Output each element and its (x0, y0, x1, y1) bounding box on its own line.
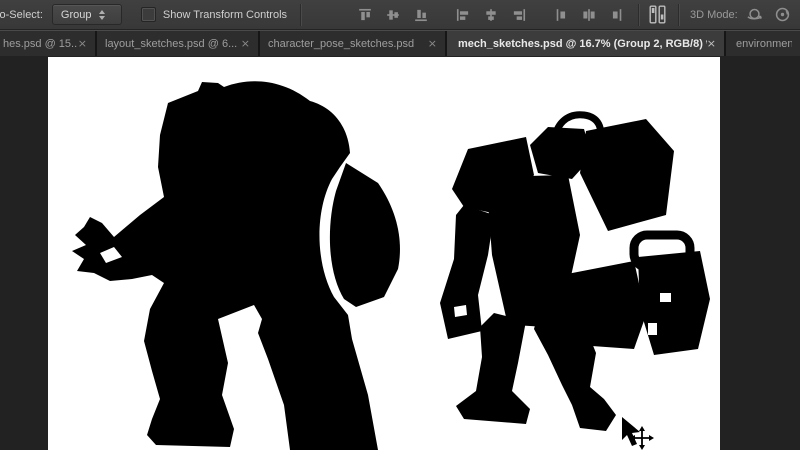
tab-mech-sketches-psd-active[interactable]: mech_sketches.psd @ 16.7% (Group 2, RGB/… (447, 31, 726, 56)
align-vertical-centers-icon[interactable] (384, 6, 402, 24)
3d-mode-label: 3D Mode: (690, 9, 738, 21)
3d-roll-icon[interactable] (774, 6, 792, 24)
cursor-arrow-icon (622, 417, 640, 446)
separator (678, 4, 680, 26)
tab-layout-sketches-psd[interactable]: layout_sketches.psd @ 6... × (97, 31, 260, 56)
align-bottom-edges-icon[interactable] (412, 6, 430, 24)
tab-sketches-psd[interactable]: hes.psd @ 15.... × (0, 31, 97, 56)
document-tab-bar: hes.psd @ 15.... × layout_sketches.psd @… (0, 30, 800, 56)
close-icon[interactable]: × (428, 38, 437, 49)
tab-character-pose-sketches-psd[interactable]: character_pose_sketches.psd × (260, 31, 447, 56)
align-right-edges-icon[interactable] (510, 6, 528, 24)
document-canvas[interactable] (48, 57, 720, 450)
tool-options-bar: Auto-Select: Group Show Transform Contro… (0, 0, 800, 30)
pasteboard (0, 56, 800, 450)
auto-select-dropdown[interactable]: Group (52, 4, 122, 25)
3d-rotate-icon[interactable] (746, 6, 764, 24)
separator (300, 4, 302, 26)
auto-select-value: Group (61, 9, 92, 21)
align-top-edges-icon[interactable] (356, 6, 374, 24)
show-transform-controls-checkbox[interactable] (141, 7, 156, 22)
close-icon[interactable]: × (241, 38, 250, 49)
align-horizontal-centers-icon[interactable] (482, 6, 500, 24)
close-icon[interactable]: × (78, 38, 87, 49)
right-mech-silhouette (440, 115, 710, 431)
distribute-left-edges-icon[interactable] (552, 6, 570, 24)
align-left-edges-icon[interactable] (454, 6, 472, 24)
auto-select-label: Auto-Select: (0, 9, 43, 21)
auto-align-layers-icon[interactable] (648, 5, 666, 25)
tab-environment-psd[interactable]: environmen (726, 31, 800, 56)
show-transform-controls-label: Show Transform Controls (163, 9, 287, 21)
mech-silhouette-artwork (48, 57, 720, 450)
distribute-right-edges-icon[interactable] (608, 6, 626, 24)
close-icon[interactable]: × (707, 38, 716, 49)
move-tool-cursor (622, 417, 654, 450)
left-mech-silhouette (72, 81, 400, 450)
distribute-horizontal-centers-icon[interactable] (580, 6, 598, 24)
dropdown-spinner-icon (99, 10, 105, 20)
separator (638, 4, 640, 26)
